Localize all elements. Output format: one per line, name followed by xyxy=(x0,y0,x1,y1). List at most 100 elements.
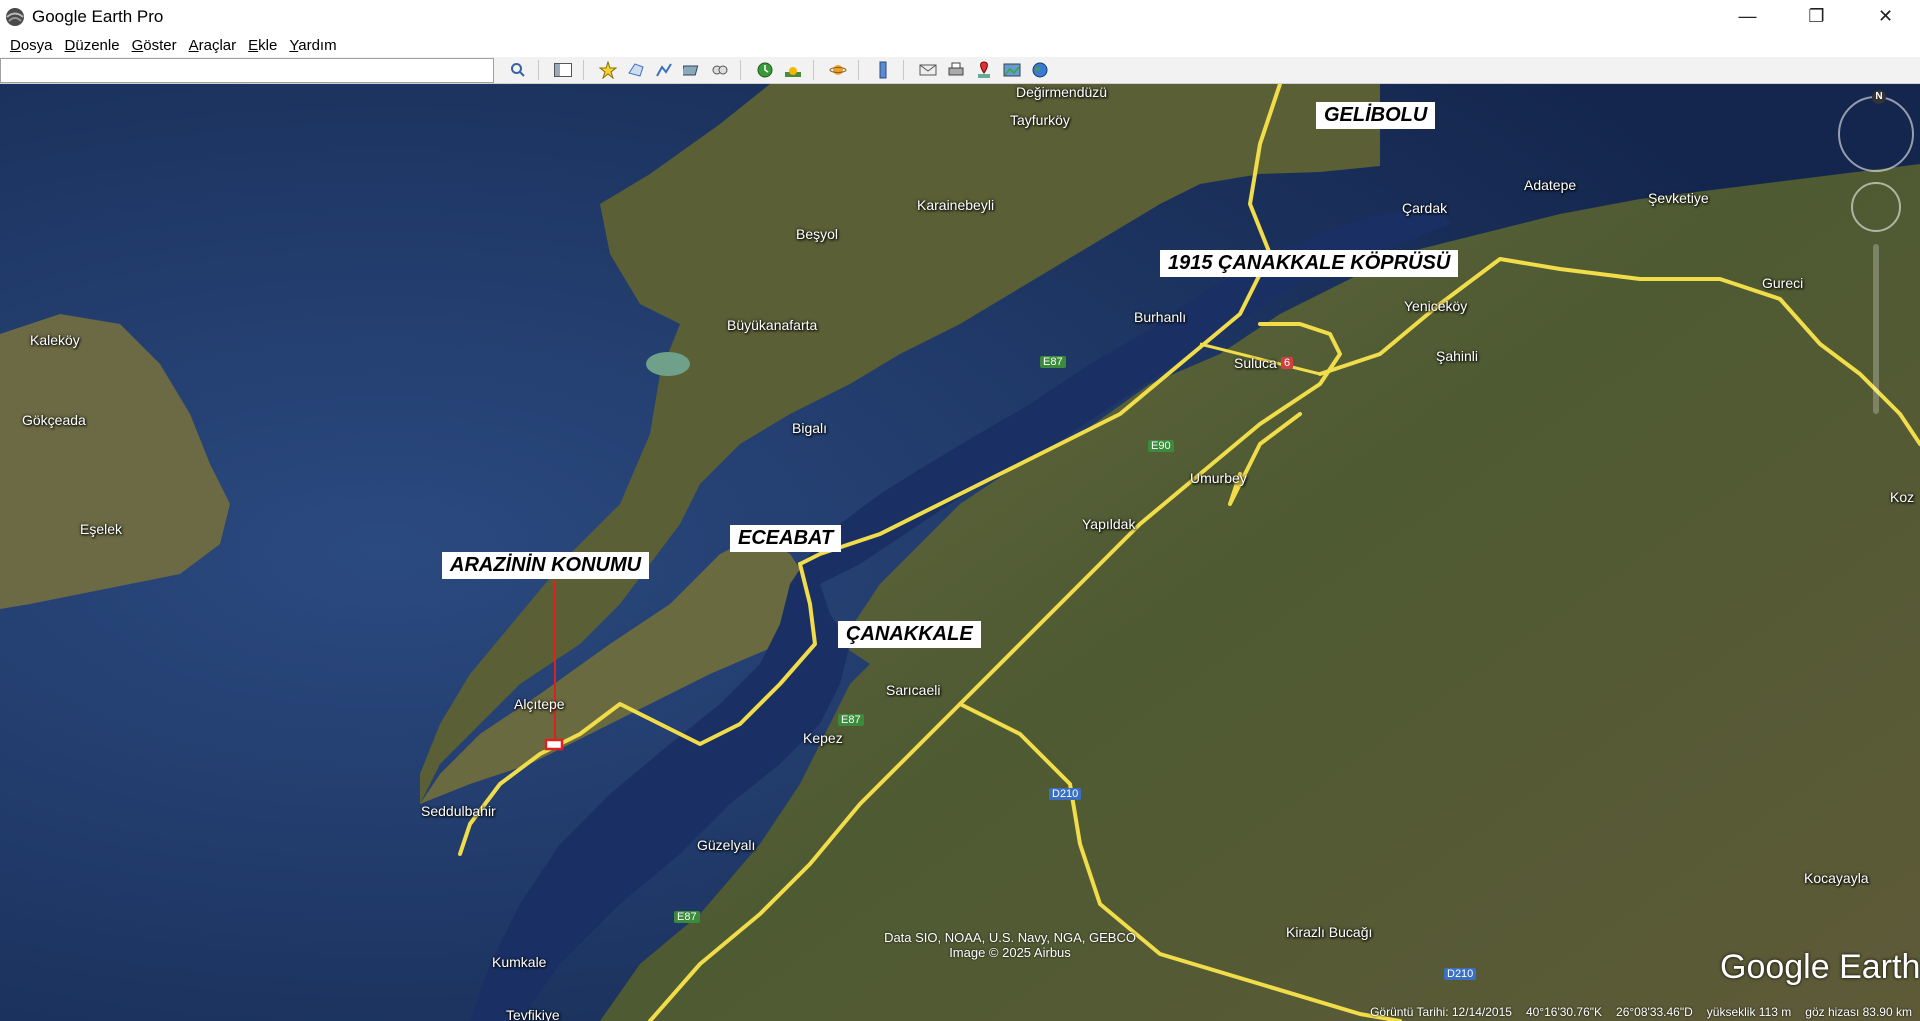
menu-ekle[interactable]: Ekle xyxy=(248,37,277,54)
map-view[interactable]: Değirmendüzü Tayfurköy Karainebeyli Beşy… xyxy=(0,84,1920,1021)
status-bar: Görüntü Tarihi: 12/14/2015 40°16'30.76"K… xyxy=(1356,1003,1912,1021)
place-label: Karainebeyli xyxy=(917,197,995,213)
ruler-icon xyxy=(879,61,887,79)
place-label: Şahinli xyxy=(1436,348,1479,364)
imagery-attribution: Data SIO, NOAA, U.S. Navy, NGA, GEBCO Im… xyxy=(820,930,1200,960)
latitude-readout: 40°16'30.76"K xyxy=(1525,1005,1603,1019)
attribution-image: Image © 2025 Airbus xyxy=(949,945,1071,960)
title-bar: Google Earth Pro — ❐ ✕ xyxy=(0,0,1920,33)
menu-duzenle[interactable]: Düzenle xyxy=(65,37,120,54)
close-button[interactable]: ✕ xyxy=(1851,0,1920,33)
place-label: Kumkale xyxy=(492,954,547,970)
save-image-icon xyxy=(1003,63,1021,77)
toolbar-separator xyxy=(583,60,584,80)
record-tour-icon xyxy=(712,65,728,75)
add-overlay-button[interactable] xyxy=(680,59,704,81)
menu-goster[interactable]: Göster xyxy=(132,37,177,54)
road-shield: D210 xyxy=(1444,968,1477,980)
planets-button[interactable] xyxy=(826,59,850,81)
place-label: Yeniceköy xyxy=(1404,298,1468,314)
sunlight-icon xyxy=(785,67,801,77)
toolbar-separator xyxy=(538,60,539,80)
search-icon xyxy=(511,63,525,77)
ruler-button[interactable] xyxy=(871,59,895,81)
move-joystick[interactable] xyxy=(1851,182,1901,232)
place-label: Yapıldak xyxy=(1082,516,1136,532)
place-label: Kirazlı Bucağı xyxy=(1286,924,1373,940)
earth-button[interactable] xyxy=(1028,59,1052,81)
place-label: Burhanlı xyxy=(1134,309,1187,325)
window-title: Google Earth Pro xyxy=(32,6,164,26)
search-input[interactable] xyxy=(0,57,494,83)
minimize-button[interactable]: — xyxy=(1713,0,1782,33)
toolbar-separator xyxy=(903,60,904,80)
menu-dosya[interactable]: Dosya xyxy=(10,37,53,54)
sidebar-toggle-button[interactable] xyxy=(551,59,575,81)
salt-lake xyxy=(646,352,690,376)
historical-imagery-button[interactable] xyxy=(753,59,777,81)
location-marker xyxy=(544,738,564,751)
add-placemark-icon xyxy=(599,61,617,79)
zoom-slider[interactable] xyxy=(1873,244,1879,414)
email-button[interactable] xyxy=(916,59,940,81)
callout-bridge: 1915 ÇANAKKALE KÖPRÜSÜ xyxy=(1160,250,1459,277)
callout-arazi: ARAZİNİN KONUMU xyxy=(442,552,650,579)
record-tour-button[interactable] xyxy=(708,59,732,81)
place-label: Seddulbahir xyxy=(421,803,496,819)
place-label: Gureci xyxy=(1762,275,1804,291)
place-label: Alçıtepe xyxy=(514,696,565,712)
imagery-date: Görüntü Tarihi: 12/14/2015 xyxy=(1370,1005,1512,1019)
road-shield: E87 xyxy=(838,714,864,726)
place-label: Beşyol xyxy=(796,226,839,242)
add-path-icon xyxy=(656,63,672,77)
road-shield: D210 xyxy=(1049,788,1082,800)
place-label: Büyükanafarta xyxy=(727,317,818,333)
place-label: Suluca xyxy=(1234,355,1277,371)
place-label: Tevfikiye xyxy=(506,1007,560,1021)
earth-icon xyxy=(1032,62,1048,78)
place-label: Sarıcaeli xyxy=(886,682,941,698)
historical-imagery-icon xyxy=(757,62,773,78)
compass-north-indicator[interactable]: N xyxy=(1872,90,1886,104)
email-icon xyxy=(919,64,937,76)
add-polygon-button[interactable] xyxy=(624,59,648,81)
print-button[interactable] xyxy=(944,59,968,81)
look-joystick[interactable] xyxy=(1838,96,1914,172)
add-path-button[interactable] xyxy=(652,59,676,81)
road-shield: E90 xyxy=(1148,440,1174,452)
menu-yardim[interactable]: Yardım xyxy=(289,37,336,54)
menu-araclar[interactable]: Araçlar xyxy=(189,37,237,54)
toolbar-separator xyxy=(740,60,741,80)
place-label: Adatepe xyxy=(1524,177,1577,193)
view-in-maps-icon xyxy=(978,61,990,78)
attribution-data: Data SIO, NOAA, U.S. Navy, NGA, GEBCO xyxy=(884,930,1136,945)
road-shield: 6 xyxy=(1281,357,1294,369)
callout-eceabat: ECEABAT xyxy=(730,525,842,552)
maximize-button[interactable]: ❐ xyxy=(1782,0,1851,33)
search-button[interactable] xyxy=(506,59,530,81)
window-controls: — ❐ ✕ xyxy=(1713,0,1920,33)
callout-gelibolu: GELİBOLU xyxy=(1316,102,1436,129)
add-overlay-icon xyxy=(683,65,699,76)
place-label: Bigalı xyxy=(792,420,828,436)
place-label: Kepez xyxy=(803,730,843,746)
google-earth-logo: Google Earth xyxy=(1720,948,1920,986)
place-label: Umurbey xyxy=(1190,470,1247,486)
place-label: Değirmendüzü xyxy=(1016,84,1108,100)
place-label: Şevketiye xyxy=(1648,190,1709,206)
google-earth-app-icon xyxy=(6,7,24,26)
add-placemark-button[interactable] xyxy=(596,59,620,81)
menu-bar: Dosya Düzenle Göster Araçlar Ekle Yardım xyxy=(0,33,1920,57)
road-shield: E87 xyxy=(1040,356,1066,368)
road-shield: E87 xyxy=(674,911,700,923)
place-label: Kaleköy xyxy=(30,332,80,348)
save-image-button[interactable] xyxy=(1000,59,1024,81)
add-polygon-icon xyxy=(628,63,644,77)
callout-canakkale: ÇANAKKALE xyxy=(838,621,981,648)
place-label: Eşelek xyxy=(80,521,123,537)
sunlight-button[interactable] xyxy=(781,59,805,81)
planets-icon xyxy=(829,65,847,75)
toolbar-separator xyxy=(858,60,859,80)
view-in-maps-button[interactable] xyxy=(972,59,996,81)
place-label: Güzelyalı xyxy=(697,837,756,853)
